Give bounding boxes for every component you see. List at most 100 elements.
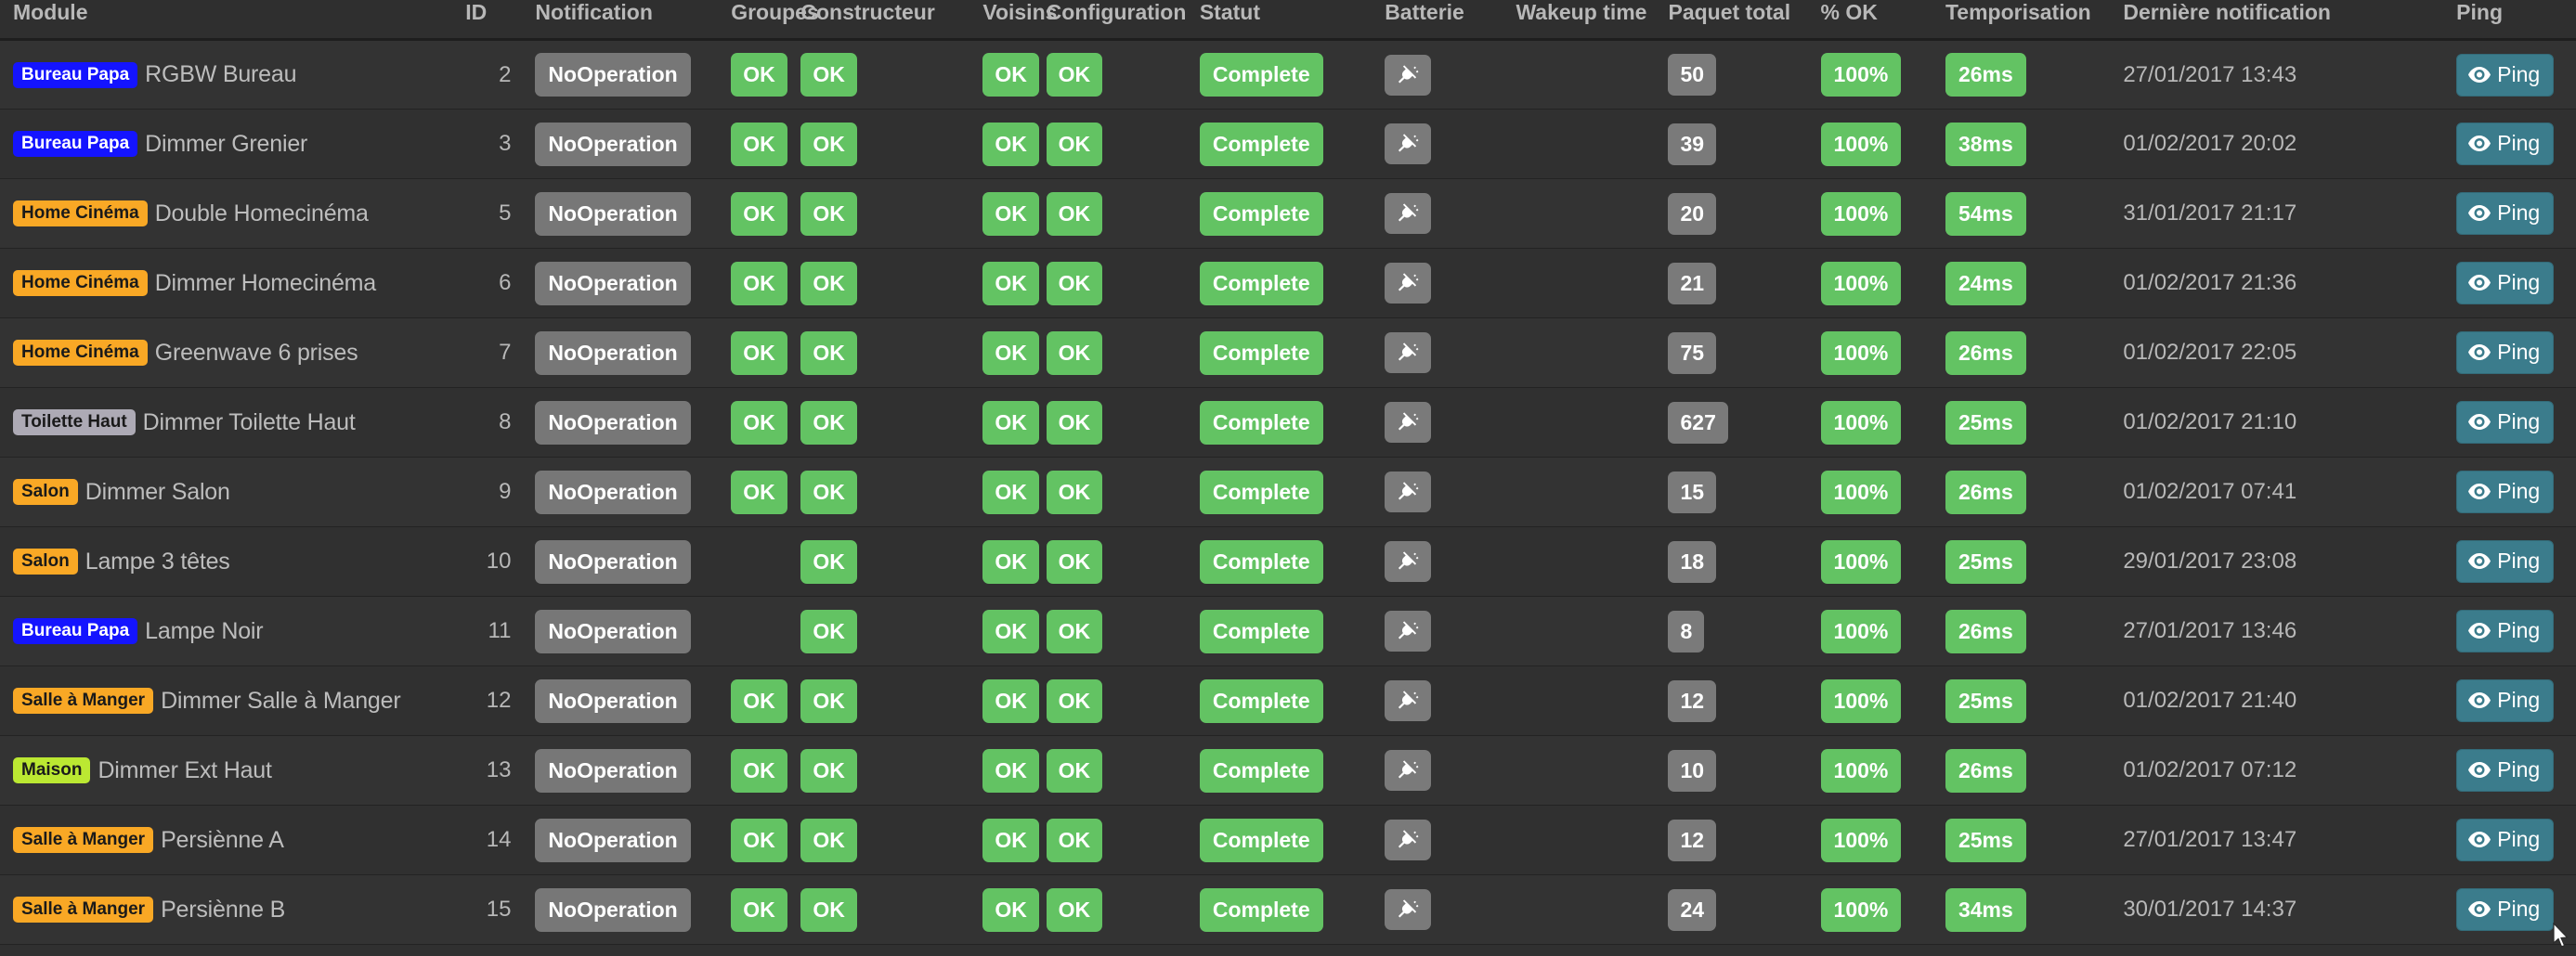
room-badge[interactable]: Bureau Papa <box>13 618 138 645</box>
constructeur-label[interactable]: OK <box>800 470 857 514</box>
ping-button[interactable]: Ping <box>2456 888 2555 932</box>
voisins-label[interactable]: OK <box>982 122 1039 166</box>
notification-label[interactable]: NoOperation <box>535 609 691 653</box>
statut-label[interactable]: Complete <box>1199 330 1323 375</box>
notification-label[interactable]: NoOperation <box>535 122 691 166</box>
statut-label[interactable]: Complete <box>1199 678 1323 723</box>
constructeur-label[interactable]: OK <box>800 748 857 793</box>
column-header-module[interactable]: Module <box>0 0 466 42</box>
column-header-notification[interactable]: Notification <box>535 0 724 42</box>
configuration-label[interactable]: OK <box>1046 122 1103 166</box>
ping-button[interactable]: Ping <box>2456 331 2555 375</box>
ping-button[interactable]: Ping <box>2456 749 2555 793</box>
statut-label[interactable]: Complete <box>1199 400 1323 445</box>
statut-label[interactable]: Complete <box>1199 609 1323 653</box>
notification-label[interactable]: NoOperation <box>535 748 691 793</box>
column-header-wakeup-time[interactable]: Wakeup time <box>1508 0 1661 42</box>
module-name[interactable]: Double Homecinéma <box>155 200 369 227</box>
configuration-label[interactable]: OK <box>1046 470 1103 514</box>
column-header-batterie[interactable]: Batterie <box>1377 0 1509 42</box>
statut-label[interactable]: Complete <box>1199 539 1323 584</box>
constructeur-label[interactable]: OK <box>800 887 857 932</box>
groupes-label[interactable]: OK <box>731 191 787 236</box>
constructeur-label[interactable]: OK <box>800 330 857 375</box>
groupes-label[interactable]: OK <box>731 887 787 932</box>
notification-label[interactable]: NoOperation <box>535 887 691 932</box>
room-badge[interactable]: Home Cinéma <box>13 340 148 367</box>
module-name[interactable]: Persiènne A <box>161 827 284 854</box>
module-name[interactable]: Dimmer Salle à Manger <box>161 688 401 715</box>
statut-label[interactable]: Complete <box>1199 53 1323 97</box>
groupes-label[interactable]: OK <box>731 122 787 166</box>
module-name[interactable]: Persiènne B <box>161 897 285 924</box>
configuration-label[interactable]: OK <box>1046 539 1103 584</box>
column-header-groupes[interactable]: Groupes <box>723 0 819 42</box>
module-name[interactable]: Dimmer Salon <box>85 479 230 506</box>
voisins-label[interactable]: OK <box>982 261 1039 305</box>
notification-label[interactable]: NoOperation <box>535 191 691 236</box>
voisins-label[interactable]: OK <box>982 330 1039 375</box>
statut-label[interactable]: Complete <box>1199 818 1323 862</box>
notification-label[interactable]: NoOperation <box>535 678 691 723</box>
voisins-label[interactable]: OK <box>982 609 1039 653</box>
column-header-id[interactable]: ID <box>465 0 536 42</box>
voisins-label[interactable]: OK <box>982 191 1039 236</box>
notification-label[interactable]: NoOperation <box>535 470 691 514</box>
column-header-ping[interactable]: Ping <box>2449 0 2576 42</box>
notification-label[interactable]: NoOperation <box>535 818 691 862</box>
voisins-label[interactable]: OK <box>982 470 1039 514</box>
ping-button[interactable]: Ping <box>2456 401 2555 445</box>
column-header-constructeur[interactable]: Constructeur <box>793 0 976 42</box>
statut-label[interactable]: Complete <box>1199 122 1323 166</box>
groupes-label[interactable]: OK <box>731 330 787 375</box>
module-name[interactable]: Dimmer Ext Haut <box>98 757 272 784</box>
groupes-label[interactable]: OK <box>731 53 787 97</box>
ping-button[interactable]: Ping <box>2456 262 2555 305</box>
notification-label[interactable]: NoOperation <box>535 330 691 375</box>
configuration-label[interactable]: OK <box>1046 887 1103 932</box>
voisins-label[interactable]: OK <box>982 678 1039 723</box>
statut-label[interactable]: Complete <box>1199 470 1323 514</box>
room-badge[interactable]: Salle à Manger <box>13 897 154 924</box>
module-name[interactable]: Dimmer Toilette Haut <box>143 409 356 436</box>
configuration-label[interactable]: OK <box>1046 678 1103 723</box>
room-badge[interactable]: Salle à Manger <box>13 688 154 715</box>
constructeur-label[interactable]: OK <box>800 678 857 723</box>
notification-label[interactable]: NoOperation <box>535 261 691 305</box>
constructeur-label[interactable]: OK <box>800 191 857 236</box>
statut-label[interactable]: Complete <box>1199 191 1323 236</box>
room-badge[interactable]: Toilette Haut <box>13 409 136 436</box>
ping-button[interactable]: Ping <box>2456 540 2555 584</box>
constructeur-label[interactable]: OK <box>800 609 857 653</box>
configuration-label[interactable]: OK <box>1046 261 1103 305</box>
groupes-label[interactable]: OK <box>731 261 787 305</box>
groupes-label[interactable]: OK <box>731 818 787 862</box>
column-header-configuration[interactable]: Configuration <box>1038 0 1192 42</box>
constructeur-label[interactable]: OK <box>800 53 857 97</box>
room-badge[interactable]: Salon <box>13 479 78 506</box>
constructeur-label[interactable]: OK <box>800 122 857 166</box>
module-name[interactable]: Greenwave 6 prises <box>155 340 358 367</box>
groupes-label[interactable]: OK <box>731 748 787 793</box>
room-badge[interactable]: Bureau Papa <box>13 131 138 158</box>
ping-button[interactable]: Ping <box>2456 53 2555 97</box>
column-header-paquet-total[interactable]: Paquet total <box>1660 0 1814 42</box>
module-name[interactable]: Dimmer Homecinéma <box>155 270 377 297</box>
statut-label[interactable]: Complete <box>1199 261 1323 305</box>
configuration-label[interactable]: OK <box>1046 609 1103 653</box>
ping-button[interactable]: Ping <box>2456 123 2555 166</box>
groupes-label[interactable]: OK <box>731 470 787 514</box>
module-name[interactable]: RGBW Bureau <box>145 61 296 88</box>
column-header-derniere-notification[interactable]: Dernière notification <box>2115 0 2450 42</box>
column-header-voisins[interactable]: Voisins <box>975 0 1057 42</box>
column-header-temporisation[interactable]: Temporisation <box>1937 0 2116 42</box>
constructeur-label[interactable]: OK <box>800 818 857 862</box>
notification-label[interactable]: NoOperation <box>535 400 691 445</box>
configuration-label[interactable]: OK <box>1046 191 1103 236</box>
room-badge[interactable]: Salon <box>13 549 78 575</box>
module-name[interactable]: Lampe Noir <box>145 618 263 645</box>
voisins-label[interactable]: OK <box>982 53 1039 97</box>
groupes-label[interactable]: OK <box>731 678 787 723</box>
constructeur-label[interactable]: OK <box>800 261 857 305</box>
notification-label[interactable]: NoOperation <box>535 539 691 584</box>
